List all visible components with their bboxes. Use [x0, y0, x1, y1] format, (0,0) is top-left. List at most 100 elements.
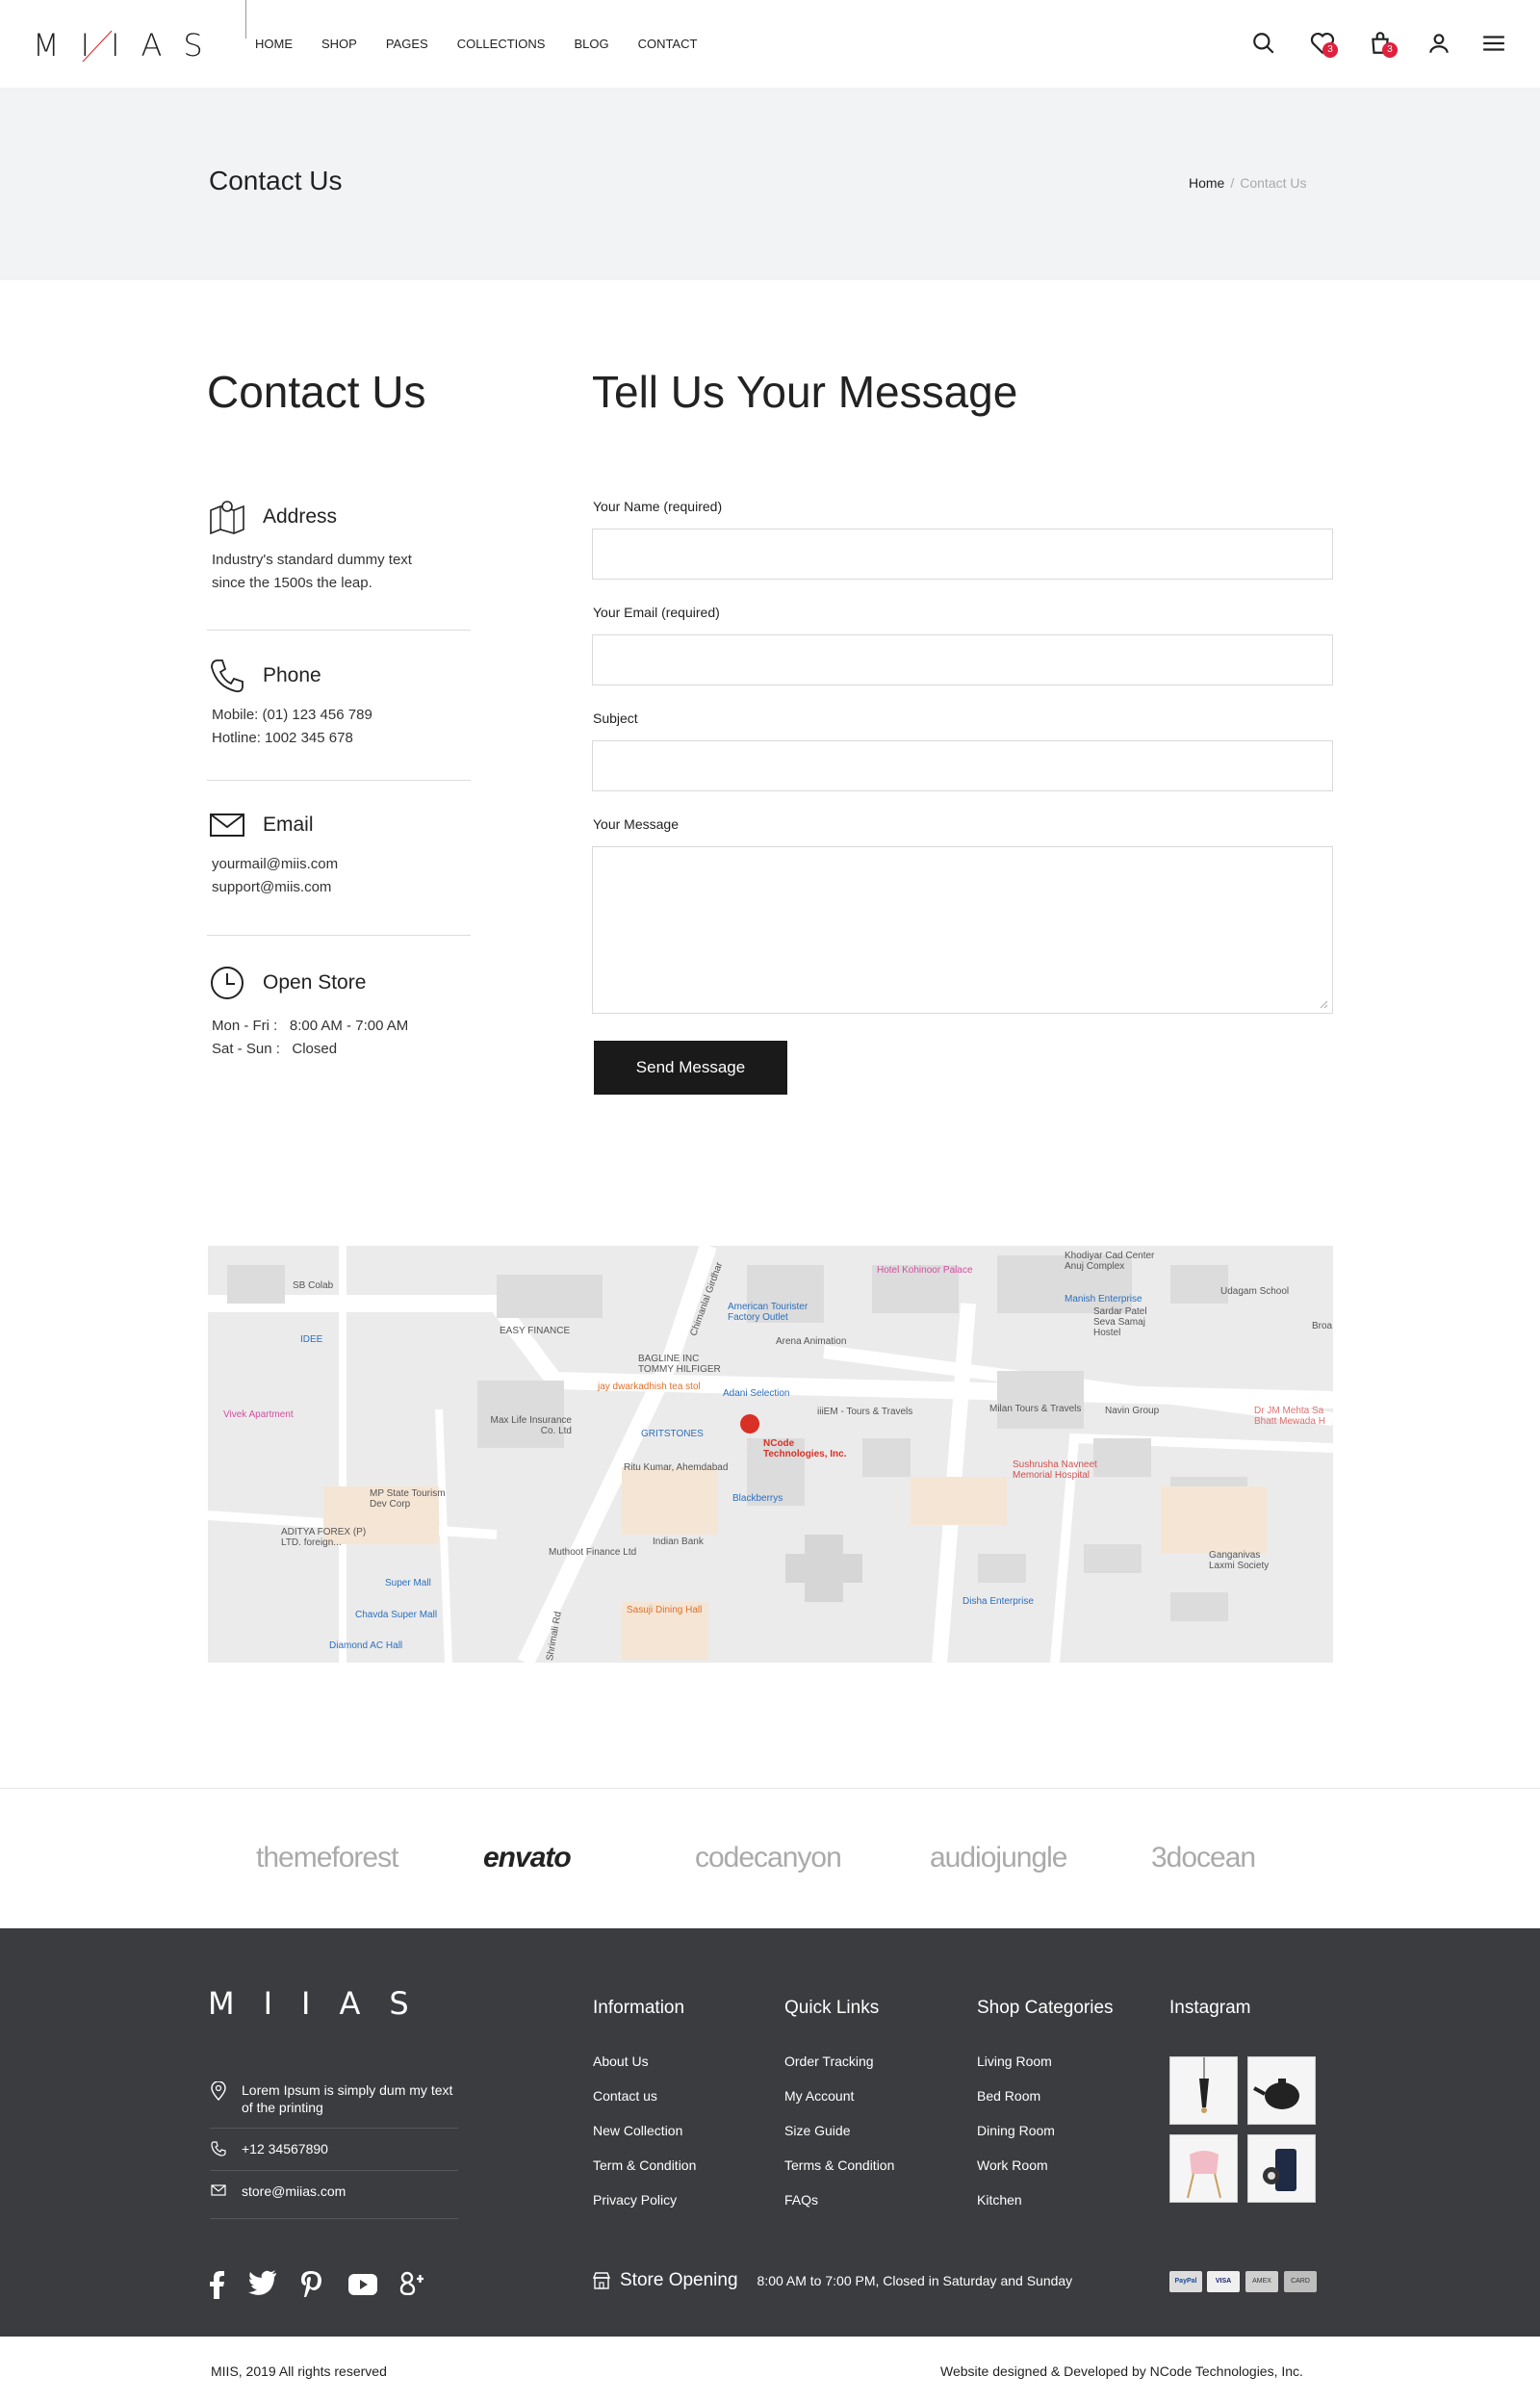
instagram-photo-chair[interactable] — [1169, 2134, 1238, 2203]
map-label: Blackberrys — [732, 1493, 783, 1504]
footer-link[interactable]: Terms & Condition — [784, 2157, 894, 2173]
breadcrumb: Home / Contact Us — [1189, 175, 1307, 191]
footer-logo[interactable]: MIIAS — [208, 1985, 438, 2022]
map-label: Chavda Super Mall — [355, 1610, 438, 1620]
map-icon — [210, 501, 244, 535]
location-map[interactable]: SB Colab IDEE EASY FINANCE Vivek Apartme… — [208, 1246, 1333, 1663]
partner-codecanyon[interactable]: codecanyon — [695, 1842, 842, 1874]
copyright-text: MIIS, 2019 All rights reserved — [211, 2363, 387, 2379]
partner-themeforest[interactable]: themeforest — [256, 1842, 398, 1874]
nav-collections[interactable]: COLLECTIONS — [457, 37, 546, 51]
footer-col-categories-title: Shop Categories — [977, 1998, 1114, 2018]
twitter-icon[interactable] — [248, 2270, 277, 2295]
map-label: Ritu Kumar, Ahemdabad — [624, 1462, 729, 1473]
instagram-photo-lamp[interactable] — [1169, 2056, 1238, 2125]
map-label: NCode Technologies, Inc. — [763, 1438, 847, 1459]
map-label: Hotel Kohinoor Palace — [877, 1265, 973, 1276]
divider — [207, 630, 471, 631]
facebook-icon[interactable] — [208, 2270, 225, 2299]
google-plus-icon[interactable] — [398, 2270, 424, 2295]
footer-link[interactable]: New Collection — [593, 2123, 682, 2138]
page-title: Contact Us — [209, 166, 343, 195]
message-field[interactable] — [592, 846, 1333, 1014]
map-label: Khodiyar Cad Center Anuj Complex — [1065, 1251, 1155, 1272]
map-label: Muthoot Finance Ltd — [549, 1547, 637, 1558]
footer-link[interactable]: Term & Condition — [593, 2157, 696, 2173]
email-label: Email — [263, 814, 314, 836]
email-line-1[interactable]: yourmail@miis.com — [212, 853, 471, 876]
pinterest-icon[interactable] — [299, 2270, 322, 2299]
footer-link[interactable]: Contact us — [593, 2088, 657, 2104]
footer-link[interactable]: Dining Room — [977, 2123, 1055, 2138]
form-heading: Tell Us Your Message — [592, 367, 1018, 417]
map-label: IDEE — [300, 1334, 323, 1345]
partners-divider — [0, 1788, 1540, 1789]
map-label: Manish Enterprise — [1065, 1294, 1142, 1304]
store-weekday-label: Mon - Fri : — [212, 1018, 278, 1034]
divider — [210, 2170, 458, 2171]
logo-mark: MIIAS — [33, 27, 203, 64]
menu-icon[interactable] — [1481, 31, 1506, 56]
footer-link[interactable]: My Account — [784, 2088, 854, 2104]
partner-envato[interactable]: envato — [483, 1842, 572, 1874]
instagram-photo-speaker[interactable] — [1247, 2134, 1316, 2203]
footer-link[interactable]: About Us — [593, 2053, 649, 2069]
divider — [207, 780, 471, 781]
partner-3docean[interactable]: 3docean — [1151, 1842, 1256, 1874]
nav-shop[interactable]: SHOP — [321, 37, 357, 51]
email-line-2[interactable]: support@miis.com — [212, 876, 471, 899]
search-icon[interactable] — [1251, 31, 1276, 56]
cart-badge: 3 — [1382, 42, 1398, 58]
map-label: Adani Selection — [723, 1388, 790, 1399]
partner-audiojungle[interactable]: audiojungle — [930, 1842, 1067, 1874]
phone-mobile: Mobile: (01) 123 456 789 — [212, 707, 372, 723]
nav-home[interactable]: HOME — [255, 37, 293, 51]
breadcrumb-home[interactable]: Home — [1189, 175, 1224, 191]
nav-blog[interactable]: BLOG — [574, 37, 608, 51]
map-label: Indian Bank — [653, 1537, 704, 1547]
map-label: Super Mall — [385, 1578, 431, 1588]
footer-link[interactable]: Living Room — [977, 2053, 1052, 2069]
name-field[interactable] — [592, 529, 1333, 580]
paypal-icon: PayPal — [1169, 2271, 1202, 2292]
map-label: SB Colab — [293, 1280, 334, 1291]
map-label: Broa — [1312, 1321, 1333, 1331]
map-label: Vivek Apartment — [223, 1409, 294, 1420]
footer-link[interactable]: Size Guide — [784, 2123, 850, 2138]
nav-contact[interactable]: CONTACT — [638, 37, 698, 51]
map-label: Arena Animation — [776, 1336, 847, 1347]
name-label: Your Name (required) — [593, 499, 723, 514]
footer-phone-text: +12 34567890 — [242, 2141, 328, 2157]
main-nav: HOME SHOP PAGES COLLECTIONS BLOG CONTACT — [255, 37, 726, 51]
footer-link[interactable]: Work Room — [977, 2157, 1048, 2173]
subject-field[interactable] — [592, 740, 1333, 791]
send-message-button[interactable]: Send Message — [594, 1041, 787, 1095]
youtube-icon[interactable] — [348, 2274, 377, 2295]
user-icon[interactable] — [1426, 31, 1451, 56]
card-icon: CARD — [1284, 2271, 1317, 2292]
map-label: Udagam School — [1220, 1286, 1290, 1297]
breadcrumb-separator: / — [1230, 175, 1235, 191]
map-label: GRITSTONES — [641, 1429, 704, 1439]
lamp-image — [1199, 2057, 1209, 2113]
footer-link[interactable]: Privacy Policy — [593, 2192, 677, 2208]
store-weekend-label: Sat - Sun : — [212, 1041, 280, 1057]
map-label: EASY FINANCE — [500, 1326, 571, 1336]
store-weekday-hours: 8:00 AM - 7:00 AM — [289, 1018, 409, 1034]
email-block: Email yourmail@miis.com support@miis.com — [209, 811, 471, 899]
footer-link[interactable]: Order Tracking — [784, 2053, 874, 2069]
nav-pages[interactable]: PAGES — [386, 37, 428, 51]
map-label: MP State Tourism Dev Corp — [370, 1488, 446, 1510]
footer-link[interactable]: FAQs — [784, 2192, 818, 2208]
instagram-photo-kettle[interactable] — [1247, 2056, 1316, 2125]
footer-email-text[interactable]: store@miias.com — [242, 2183, 346, 2199]
developer-credit[interactable]: Website designed & Developed by NCode Te… — [940, 2363, 1303, 2379]
resize-handle-icon[interactable] — [1319, 999, 1328, 1009]
footer-address: Lorem Ipsum is simply dum my text of the… — [211, 2081, 463, 2116]
email-field[interactable] — [592, 634, 1333, 685]
divider — [210, 2218, 458, 2219]
footer-link[interactable]: Bed Room — [977, 2088, 1040, 2104]
site-logo[interactable]: MIIAS — [33, 25, 206, 64]
footer-link[interactable]: Kitchen — [977, 2192, 1022, 2208]
contact-heading: Contact Us — [207, 367, 426, 417]
